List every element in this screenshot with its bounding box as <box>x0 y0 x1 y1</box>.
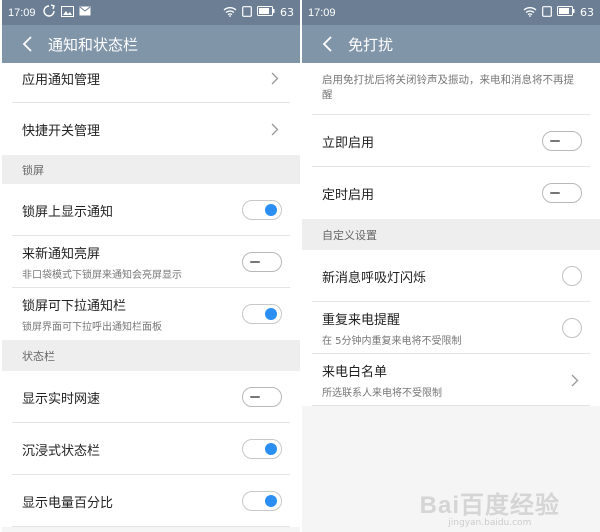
toggle-knob <box>265 308 277 320</box>
page-title: 通知和状态栏 <box>48 35 139 54</box>
title-bar: 免打扰 <box>302 25 600 63</box>
row-label: 重复来电提醒 <box>322 313 401 328</box>
toggle-switch-off[interactable] <box>542 131 582 151</box>
row-label: 应用通知管理 <box>22 72 101 88</box>
sync-icon <box>42 4 56 21</box>
sim-icon <box>542 5 552 20</box>
row-label: 定时启用 <box>322 187 375 203</box>
row-label: 来电白名单 <box>322 365 388 380</box>
row-label: 显示电量百分比 <box>22 495 114 511</box>
settings-list: 应用通知管理 快捷开关管理 锁屏 锁屏上显示通知 来新通知亮屏 非口袋模式下锁屏… <box>2 63 300 527</box>
section-header-custom-settings: 自定义设置 <box>302 219 600 250</box>
section-header-lockscreen: 锁屏 <box>2 155 300 184</box>
screenshot-stage: 17:09 63 通知和状态栏 应用通知管理 快捷开关管理 锁屏 锁屏上显示通知… <box>0 0 600 532</box>
row-label: 快捷开关管理 <box>22 123 101 139</box>
back-arrow-icon <box>322 36 332 52</box>
toggle-knob <box>550 140 560 142</box>
notification-statusbar-screen: 17:09 63 通知和状态栏 应用通知管理 快捷开关管理 锁屏 锁屏上显示通知… <box>2 0 300 532</box>
row-show-battery-percent[interactable]: 显示电量百分比 <box>2 475 300 527</box>
wifi-icon <box>523 6 537 20</box>
row-lockscreen-show-notification[interactable]: 锁屏上显示通知 <box>2 184 300 236</box>
row-divider <box>12 526 290 527</box>
baidu-jingyan-watermark: Bai百度经验 jingyan.baidu.com <box>420 485 560 528</box>
row-sublabel: 锁屏界面可下拉呼出通知栏面板 <box>22 322 162 333</box>
chevron-right-icon <box>268 122 282 136</box>
toggle-switch-off[interactable] <box>242 387 282 407</box>
row-label: 显示实时网速 <box>22 391 101 407</box>
row-immersive-statusbar[interactable]: 沉浸式状态栏 <box>2 423 300 475</box>
toggle-switch-on[interactable] <box>242 304 282 324</box>
toggle-switch-on[interactable] <box>242 200 282 220</box>
row-call-whitelist[interactable]: 来电白名单 所选联系人来电将不受限制 <box>302 354 600 406</box>
back-button[interactable] <box>16 32 40 56</box>
status-bar: 17:09 63 <box>302 0 600 25</box>
toggle-knob <box>265 495 277 507</box>
row-new-notification-wake-screen[interactable]: 来新通知亮屏 非口袋模式下锁屏来通知会亮屏显示 <box>2 236 300 288</box>
status-time: 17:09 <box>308 6 336 19</box>
wifi-icon <box>223 6 237 20</box>
mail-icon <box>79 6 91 19</box>
back-button[interactable] <box>316 32 340 56</box>
radio-button[interactable] <box>562 266 582 286</box>
row-label: 锁屏可下拉通知栏 <box>22 299 127 314</box>
do-not-disturb-screen: 17:09 63 免打扰 启用免打扰后将关闭铃声及振动，来电和消息将不再提醒 立… <box>302 0 600 532</box>
row-label: 来新通知亮屏 <box>22 247 101 262</box>
title-bar: 通知和状态栏 <box>2 25 300 63</box>
toggle-knob <box>250 396 260 398</box>
row-lockscreen-pulldown-notification[interactable]: 锁屏可下拉通知栏 锁屏界面可下拉呼出通知栏面板 <box>2 288 300 340</box>
row-sublabel: 非口袋模式下锁屏来通知会亮屏显示 <box>22 270 182 281</box>
row-app-notification-management[interactable]: 应用通知管理 <box>2 63 300 103</box>
back-arrow-icon <box>22 36 32 52</box>
battery-icon <box>257 6 275 19</box>
status-icons-right: 63 <box>523 0 594 25</box>
row-label: 新消息呼吸灯闪烁 <box>322 270 427 286</box>
settings-list: 启用免打扰后将关闭铃声及振动，来电和消息将不再提醒 立即启用 定时启用 自定义设… <box>302 63 600 406</box>
radio-button[interactable] <box>562 318 582 338</box>
toggle-knob <box>265 204 277 216</box>
status-icons-left <box>42 4 91 21</box>
toggle-knob <box>250 261 260 263</box>
row-divider <box>312 405 590 406</box>
toggle-knob <box>550 192 560 194</box>
watermark-url: jingyan.baidu.com <box>448 518 532 528</box>
watermark-logo: Bai百度经验 <box>419 492 560 519</box>
description-text: 启用免打扰后将关闭铃声及振动，来电和消息将不再提醒 <box>322 74 574 101</box>
chevron-right-icon <box>268 71 282 85</box>
row-sublabel: 所选联系人来电将不受限制 <box>322 388 442 399</box>
status-bar: 17:09 63 <box>2 0 300 25</box>
row-sublabel: 在 5分钟内重复来电将不受限制 <box>322 336 462 347</box>
toggle-switch-off[interactable] <box>542 183 582 203</box>
row-repeat-call-reminder[interactable]: 重复来电提醒 在 5分钟内重复来电将不受限制 <box>302 302 600 354</box>
row-label: 立即启用 <box>322 135 375 151</box>
row-label: 锁屏上显示通知 <box>22 204 114 220</box>
battery-icon <box>557 6 575 19</box>
image-icon <box>60 5 74 20</box>
row-label: 沉浸式状态栏 <box>22 443 101 459</box>
toggle-switch-on[interactable] <box>242 491 282 511</box>
chevron-right-icon <box>568 373 582 387</box>
page-title: 免打扰 <box>348 35 394 54</box>
toggle-knob <box>265 443 277 455</box>
row-show-network-speed[interactable]: 显示实时网速 <box>2 371 300 423</box>
sim-icon <box>242 5 252 20</box>
row-shortcut-switch-management[interactable]: 快捷开关管理 <box>2 103 300 155</box>
section-header-statusbar: 状态栏 <box>2 340 300 371</box>
row-enable-now[interactable]: 立即启用 <box>302 115 600 167</box>
toggle-switch-off[interactable] <box>242 252 282 272</box>
battery-percent: 63 <box>580 6 594 19</box>
dnd-description: 启用免打扰后将关闭铃声及振动，来电和消息将不再提醒 <box>302 63 600 115</box>
battery-percent: 63 <box>280 6 294 19</box>
row-scheduled-enable[interactable]: 定时启用 <box>302 167 600 219</box>
row-message-breathing-light[interactable]: 新消息呼吸灯闪烁 <box>302 250 600 302</box>
status-time: 17:09 <box>8 6 36 19</box>
toggle-switch-on[interactable] <box>242 439 282 459</box>
status-icons-right: 63 <box>223 0 294 25</box>
